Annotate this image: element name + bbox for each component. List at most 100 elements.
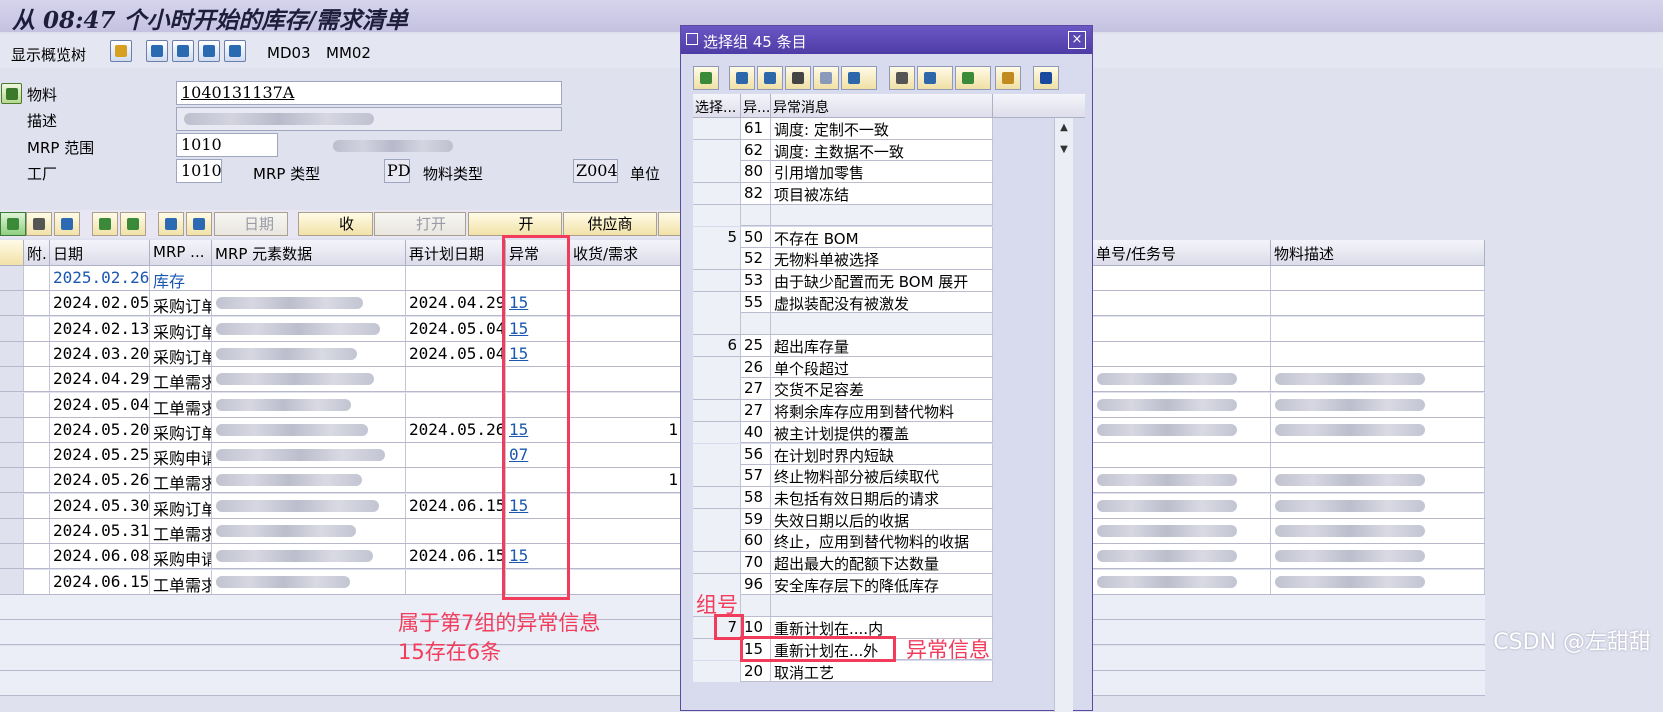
col-header-date[interactable]: 日期 — [50, 240, 150, 266]
filter-dropdown-icon[interactable] — [841, 66, 877, 90]
col-header-reschedule-date[interactable]: 再计划日期 — [406, 240, 506, 266]
dialog-row[interactable]: 5 50 不存在 BOM — [693, 226, 993, 249]
dialog-row[interactable]: 60 终止，应用到替代物料的收据 — [693, 530, 993, 552]
row-selector[interactable] — [0, 266, 24, 290]
collective-access-icon[interactable] — [110, 40, 132, 62]
find-next-icon[interactable] — [813, 66, 839, 90]
dialog-col-selection-group[interactable]: 选择... — [693, 94, 741, 118]
dialog-spacer-row[interactable] — [693, 313, 993, 335]
glasses-icon[interactable] — [26, 212, 52, 236]
dialog-row[interactable]: 55 虚拟装配没有被激发 — [693, 291, 993, 314]
dialog-row[interactable]: 27 交货不足容差 — [693, 378, 993, 401]
row-selector[interactable] — [0, 417, 24, 442]
views-dropdown-icon[interactable] — [917, 66, 953, 90]
col-header-attach[interactable]: 附. — [24, 240, 50, 266]
col-header-material-description[interactable]: 物料描述 — [1271, 240, 1485, 266]
row-selector[interactable] — [0, 519, 24, 543]
material-description-cell — [1271, 417, 1485, 442]
row-selector[interactable] — [0, 392, 24, 417]
info-icon[interactable] — [1033, 66, 1059, 90]
sum-icon[interactable] — [0, 212, 26, 236]
dialog-row[interactable]: 96 安全库存层下的降低库存 — [693, 573, 993, 596]
dialog-row[interactable]: 53 由于缺少配置而无 BOM 展开 — [693, 269, 993, 292]
refresh-icon[interactable] — [146, 40, 168, 62]
dialog-row[interactable]: 40 被主计划提供的覆盖 — [693, 421, 993, 444]
exception-code-cell: 27 — [741, 400, 771, 422]
dialog-spacer-row[interactable] — [693, 204, 993, 227]
blurred-element-data — [216, 499, 379, 512]
receipts-button[interactable]: 收 — [298, 212, 373, 236]
dialog-row[interactable]: 6 25 超出库存量 — [693, 335, 993, 357]
attach-cell — [24, 316, 50, 341]
mrp-area-field[interactable]: 1010 — [176, 133, 278, 157]
scroll-down-icon[interactable]: ▼ — [1057, 144, 1071, 160]
row-selector[interactable] — [0, 468, 24, 493]
choose-icon[interactable] — [693, 66, 719, 90]
row-selector[interactable] — [0, 341, 24, 366]
dialog-row[interactable]: 27 将剩余库存应用到替代物料 — [693, 400, 993, 422]
dialog-row[interactable]: 57 终止物料部分被后续取代 — [693, 465, 993, 487]
sort-down-icon[interactable] — [158, 212, 184, 236]
collapse-tree-icon[interactable] — [120, 212, 146, 236]
close-icon[interactable]: × — [1068, 31, 1086, 49]
md03-button[interactable]: MD03 — [267, 44, 311, 62]
col-header-mrp-element-data[interactable]: MRP 元素数据 — [212, 240, 406, 266]
scroll-up-icon[interactable]: ▲ — [1057, 122, 1071, 138]
settings-icon[interactable] — [198, 40, 220, 62]
date-cell: 2024.02.13 — [50, 316, 150, 341]
dialog-scrollbar[interactable]: ▲ ▼ — [1054, 118, 1073, 712]
expand-tree-icon[interactable] — [92, 212, 118, 236]
vendor-button[interactable]: 供应商 — [563, 212, 657, 236]
row-selector[interactable] — [0, 367, 24, 392]
export-dropdown-icon[interactable] — [955, 66, 991, 90]
row-selector[interactable] — [0, 493, 24, 518]
blurred-material-description — [1275, 398, 1425, 411]
exception-code-cell: 80 — [741, 161, 771, 183]
layout-grid-icon[interactable] — [995, 66, 1021, 90]
dialog-row[interactable]: 82 项目被冻结 — [693, 183, 993, 205]
plant-field[interactable]: 1010 — [176, 159, 222, 183]
dialog-row[interactable]: 59 失效日期以后的收据 — [693, 508, 993, 531]
dialog-row[interactable]: 52 无物料单被选择 — [693, 248, 993, 270]
print-icon[interactable] — [889, 66, 915, 90]
header-toggle-icon[interactable] — [1, 83, 22, 104]
dialog-row[interactable]: 58 未包括有效日期后的请求 — [693, 486, 993, 509]
sort-descending-icon[interactable] — [757, 66, 783, 90]
exception-message-cell: 交货不足容差 — [771, 378, 993, 400]
dialog-row[interactable]: 80 引用增加零售 — [693, 161, 993, 184]
sort-ascending-icon[interactable] — [729, 66, 755, 90]
row-selector[interactable] — [0, 316, 24, 341]
group-number-cell — [693, 356, 741, 378]
row-selector[interactable] — [0, 291, 24, 316]
dialog-row[interactable]: 62 调度: 主数据不一致 — [693, 139, 993, 162]
col-header-receipt-requirement[interactable]: 收货/需求 — [570, 240, 682, 266]
order-number-cell — [1093, 341, 1271, 366]
dialog-col-exception-message[interactable]: 异常消息 — [771, 94, 993, 118]
layout-icon[interactable] — [224, 40, 246, 62]
blurred-order-number — [1097, 575, 1237, 588]
mm02-button[interactable]: MM02 — [326, 44, 371, 62]
find-icon[interactable] — [785, 66, 811, 90]
open-items-button[interactable]: 开 — [468, 212, 562, 236]
col-header-mrp-element[interactable]: MRP ... — [150, 240, 212, 266]
sort-up-icon[interactable] — [186, 212, 212, 236]
col-header-order-number[interactable]: 单号/任务号 — [1093, 240, 1271, 266]
row-selector[interactable] — [0, 569, 24, 594]
filter-icon[interactable] — [172, 40, 194, 62]
dialog-row[interactable]: 70 超出最大的配额下达数量 — [693, 552, 993, 574]
row-selector[interactable] — [0, 443, 24, 468]
blurred-mrp-area-text — [333, 140, 453, 152]
dialog-row[interactable]: 56 在计划时界内短缺 — [693, 443, 993, 466]
pencil-icon[interactable] — [54, 212, 80, 236]
blurred-material-description — [1275, 474, 1425, 487]
display-overview-tree-button[interactable]: 显示概览树 — [11, 44, 86, 65]
mrp-element-data-cell — [212, 544, 406, 569]
row-selector[interactable] — [0, 544, 24, 569]
dialog-row[interactable]: 61 调度: 定制不一致 — [693, 118, 993, 140]
dialog-col-exception[interactable]: 异... — [741, 94, 771, 118]
column-settings-icon[interactable] — [0, 240, 24, 266]
material-field[interactable]: 1040131137A — [176, 81, 562, 105]
dialog-row[interactable]: 26 单个段超过 — [693, 356, 993, 379]
annotation-group7-line1: 属于第7组的异常信息 — [398, 611, 601, 635]
mrp-element-data-cell — [212, 493, 406, 518]
